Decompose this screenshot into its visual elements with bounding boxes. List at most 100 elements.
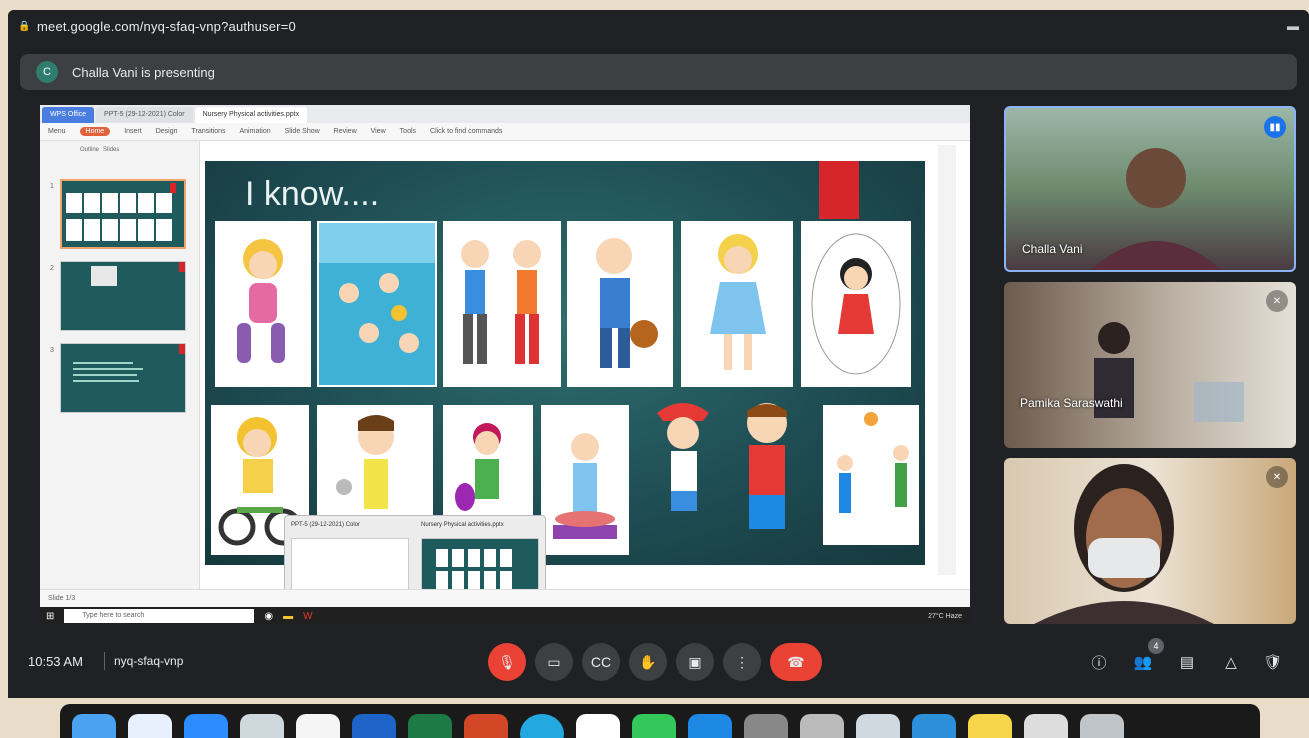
captions-icon: CC (590, 654, 612, 670)
folder-icon[interactable]: ▬ (283, 611, 293, 622)
slides-tab[interactable]: Slides (103, 147, 119, 153)
raise-hand-button[interactable]: ✋ (629, 643, 667, 681)
participant-tile[interactable]: ✕ (1004, 458, 1296, 624)
system-prefs-icon[interactable] (240, 714, 284, 738)
meeting-time: 10:53 AM (28, 654, 83, 669)
calendar-icon[interactable] (576, 714, 620, 738)
ribbon: Menu Home Insert Design Transitions Anim… (40, 123, 970, 141)
hand-icon: ✋ (639, 653, 657, 670)
more-options-button[interactable]: ⋮ (723, 643, 761, 681)
two-boys-cheering-image (643, 393, 823, 553)
running-girl-image (215, 221, 311, 387)
windows-icon[interactable]: ⊞ (46, 611, 54, 622)
skipping-girl-image (801, 221, 911, 387)
macos-dock (60, 704, 1260, 738)
slide-thumbnail[interactable] (60, 343, 186, 413)
app-store-icon[interactable] (520, 714, 564, 738)
mic-off-button[interactable]: 🎙 (488, 643, 526, 681)
meeting-controls: 10:53 AM nyq-sfaq-vnp 🎙 ▭ CC ✋ ▣ ⋮ ☎ ⓘ 👥… (8, 638, 1309, 694)
downloads-icon[interactable] (1024, 714, 1068, 738)
preview-label: PPT-5 (29-12-2021) Color (291, 522, 361, 528)
camera-button[interactable]: ▭ (535, 643, 573, 681)
notes-icon[interactable] (968, 714, 1012, 738)
slide-accent-bar (819, 161, 859, 219)
ribbon-slideshow[interactable]: Slide Show (285, 128, 320, 135)
numbers-icon[interactable] (632, 714, 676, 738)
settings-icon[interactable] (744, 714, 788, 738)
slide-number: 2 (50, 265, 54, 272)
app-tab-strip: WPS Office PPT-5 (29-12-2021) Color Nurs… (40, 105, 970, 123)
wps-icon[interactable]: W (303, 611, 312, 622)
trash-icon[interactable] (1080, 714, 1124, 738)
launchpad-icon[interactable] (800, 714, 844, 738)
xcode-icon[interactable] (688, 714, 732, 738)
people-count-badge: 4 (1148, 638, 1164, 654)
ribbon-animation[interactable]: Animation (240, 128, 271, 135)
outline-tab[interactable]: Outline (80, 147, 99, 153)
ribbon-design[interactable]: Design (156, 128, 178, 135)
url-text[interactable]: meet.google.com/nyq-sfaq-vnp?authuser=0 (37, 19, 296, 34)
host-controls-icon[interactable]: 🛡 (1262, 651, 1284, 673)
participant-tile[interactable]: ✕ Pamika Saraswathi (1004, 282, 1296, 448)
minimize-icon[interactable]: ▬ (1287, 19, 1299, 33)
more-vert-icon: ⋮ (735, 653, 749, 670)
participant-name: Challa Vani (1022, 242, 1083, 256)
ball-catching-kids-image (823, 405, 919, 545)
nursery-tab[interactable]: Nursery Physical activities.pptx (194, 107, 308, 123)
captions-button[interactable]: CC (582, 643, 620, 681)
swimming-kids-image (317, 221, 437, 387)
meeting-code: nyq-sfaq-vnp (114, 654, 184, 668)
screenshot-icon[interactable] (912, 714, 956, 738)
ribbon-view[interactable]: View (371, 128, 386, 135)
preview-label: Nursery Physical activities.pptx (421, 522, 504, 528)
presenter-avatar: C (36, 61, 58, 83)
safari-icon[interactable] (128, 714, 172, 738)
ribbon-menu[interactable]: Menu (48, 128, 66, 135)
yoga-girl-image (541, 405, 629, 555)
preview-icon[interactable] (856, 714, 900, 738)
vertical-toolbar[interactable] (938, 145, 956, 575)
finder-icon[interactable] (72, 714, 116, 738)
slide-thumbnail[interactable] (60, 179, 186, 249)
speaking-indicator-icon: ▮▮ (1264, 116, 1286, 138)
slide-number: 3 (50, 347, 54, 354)
presenting-banner: C Challa Vani is presenting (20, 54, 1297, 90)
info-icon[interactable]: ⓘ (1088, 651, 1110, 673)
chat-icon[interactable]: ▤ (1176, 651, 1198, 673)
dancing-girl-image (681, 221, 793, 387)
excel-icon[interactable] (408, 714, 452, 738)
end-call-button[interactable]: ☎ (770, 643, 822, 681)
mic-off-icon: 🎙 (498, 653, 516, 670)
divider (104, 652, 105, 670)
activities-icon[interactable]: △ (1220, 651, 1242, 673)
zoom-icon[interactable] (184, 714, 228, 738)
chrome-icon[interactable]: ◉ (264, 611, 273, 622)
camera-icon: ▭ (547, 653, 561, 670)
ribbon-review[interactable]: Review (334, 128, 357, 135)
slide-thumbnail[interactable] (60, 261, 186, 331)
wps-office-tab[interactable]: WPS Office (42, 107, 95, 123)
ribbon-transitions[interactable]: Transitions (192, 128, 226, 135)
powerpoint-icon[interactable] (464, 714, 508, 738)
ribbon-home[interactable]: Home (79, 127, 111, 136)
url-bar[interactable]: 🔒 meet.google.com/nyq-sfaq-vnp?authuser=… (8, 10, 1309, 42)
windows-taskbar: ⊞ Type here to search ◉ ▬ W 27°C Haze (40, 607, 970, 625)
status-bar: Slide 1/3 (40, 589, 970, 607)
participant-name: Pamika Saraswathi (1020, 396, 1123, 410)
slide-title: I know.... (245, 175, 380, 213)
browser-window: 🔒 meet.google.com/nyq-sfaq-vnp?authuser=… (8, 10, 1309, 698)
end-call-icon: ☎ (787, 653, 805, 670)
jumping-boys-image (443, 221, 561, 387)
chrome-icon[interactable] (296, 714, 340, 738)
word-icon[interactable] (352, 714, 396, 738)
present-button[interactable]: ▣ (676, 643, 714, 681)
shared-screen: WPS Office PPT-5 (29-12-2021) Color Nurs… (40, 105, 970, 625)
ribbon-search[interactable]: Click to find commands (430, 128, 502, 135)
ppt-color-tab[interactable]: PPT-5 (29-12-2021) Color (96, 107, 193, 123)
ribbon-tools[interactable]: Tools (400, 128, 416, 135)
people-icon[interactable]: 👥 (1132, 651, 1154, 673)
taskbar-search[interactable]: Type here to search (64, 609, 255, 623)
participant-tile[interactable]: ▮▮ Challa Vani (1004, 106, 1296, 272)
ribbon-insert[interactable]: Insert (124, 128, 142, 135)
current-slide[interactable]: I know.... (205, 161, 925, 565)
